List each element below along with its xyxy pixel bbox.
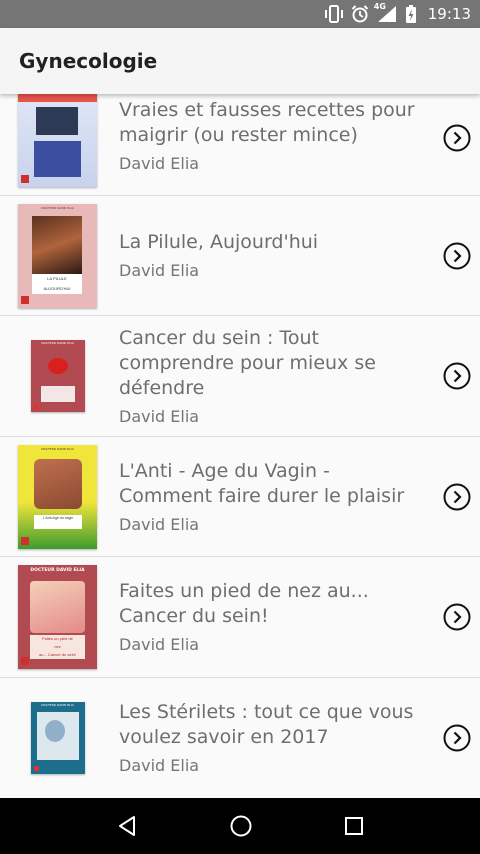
book-title: Cancer du sein : Tout comprendre pour mi…	[119, 327, 376, 399]
list-item[interactable]: DOCTEUR DAVID ELIA LA PILULE AUJOURD'HUI …	[0, 196, 480, 316]
book-author: David Elia	[119, 407, 200, 426]
app-bar: Gynecologie	[0, 28, 480, 94]
book-title: Vraies et fausses recettes pour maigrir …	[119, 99, 415, 146]
page-title: Gynecologie	[19, 49, 158, 73]
chevron-right-circle-icon[interactable]	[443, 724, 471, 752]
book-cover: DOCTEUR DAVID ELIA L'Anti-Age du vagin	[18, 445, 97, 549]
home-icon[interactable]	[229, 814, 253, 838]
recents-icon[interactable]	[343, 815, 365, 837]
chevron-right-circle-icon[interactable]	[443, 242, 471, 270]
status-bar: 4G 19:13	[0, 0, 480, 28]
book-author: David Elia	[119, 756, 200, 775]
book-cover	[18, 94, 97, 187]
back-icon[interactable]	[115, 814, 139, 838]
book-list[interactable]: Vraies et fausses recettes pour maigrir …	[0, 94, 480, 798]
list-item[interactable]: DOCTEUR DAVID ELIA Les Stérilets : tout …	[0, 678, 480, 798]
book-author: David Elia	[119, 261, 200, 280]
chevron-right-circle-icon[interactable]	[443, 603, 471, 631]
signal-icon: 4G	[373, 2, 398, 23]
book-cover: DOCTEUR DAVID ELIA LA PILULE AUJOURD'HUI	[18, 204, 97, 308]
book-title: Faites un pied de nez au... Cancer du se…	[119, 580, 369, 627]
list-item[interactable]: Vraies et fausses recettes pour maigrir …	[0, 94, 480, 196]
book-title: La Pilule, Aujourd'hui	[119, 231, 319, 253]
battery-charging-icon	[405, 5, 416, 23]
book-author: David Elia	[119, 515, 200, 534]
list-item[interactable]: DOCTEUR DAVID ELIA Cancer du sein : Tout…	[0, 316, 480, 437]
list-item[interactable]: DOCTEUR DAVID ELIA Faites un pied de nez a…	[0, 557, 480, 678]
book-author: David Elia	[119, 154, 200, 173]
book-cover: DOCTEUR DAVID ELIA Faites un pied de nez a…	[18, 565, 97, 669]
book-title: Les Stérilets : tout ce que vous voulez …	[119, 701, 414, 748]
chevron-right-circle-icon[interactable]	[443, 483, 471, 511]
chevron-right-circle-icon[interactable]	[443, 362, 471, 390]
book-title: L'Anti - Age du Vagin - Comment faire du…	[119, 460, 405, 507]
vibrate-icon	[324, 5, 343, 23]
navigation-bar	[0, 798, 480, 854]
book-cover: DOCTEUR DAVID ELIA	[30, 340, 85, 412]
chevron-right-circle-icon[interactable]	[443, 124, 471, 152]
list-item[interactable]: DOCTEUR DAVID ELIA L'Anti-Age du vagin L…	[0, 437, 480, 557]
alarm-icon	[351, 5, 368, 23]
clock: 19:13	[427, 5, 471, 23]
book-author: David Elia	[119, 635, 200, 654]
book-cover: DOCTEUR DAVID ELIA	[30, 702, 85, 774]
network-type-label: 4G	[373, 2, 386, 11]
